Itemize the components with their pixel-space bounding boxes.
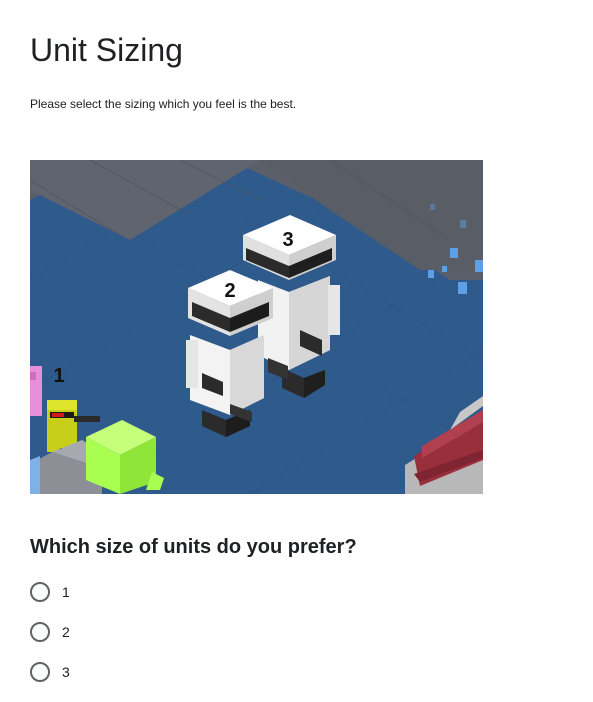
option-2[interactable]: 2 xyxy=(30,612,70,652)
unit-sizing-image: 3 2 1 xyxy=(30,160,483,494)
unit-3-label: 3 xyxy=(282,229,293,251)
option-label: 3 xyxy=(62,664,70,680)
radio-button[interactable] xyxy=(30,582,50,602)
option-label: 2 xyxy=(62,624,70,640)
question-title: Which size of units do you prefer? xyxy=(30,536,357,558)
radio-button[interactable] xyxy=(30,662,50,682)
unit-1-label: 1 xyxy=(53,365,64,387)
form-title: Unit Sizing xyxy=(30,32,183,68)
unit-2-label: 2 xyxy=(224,280,235,302)
option-label: 1 xyxy=(62,584,70,600)
answer-options: 1 2 3 xyxy=(30,572,70,692)
option-1[interactable]: 1 xyxy=(30,572,70,612)
radio-button[interactable] xyxy=(30,622,50,642)
pink-unit xyxy=(30,366,42,416)
form-description: Please select the sizing which you feel … xyxy=(30,97,297,111)
option-3[interactable]: 3 xyxy=(30,652,70,692)
